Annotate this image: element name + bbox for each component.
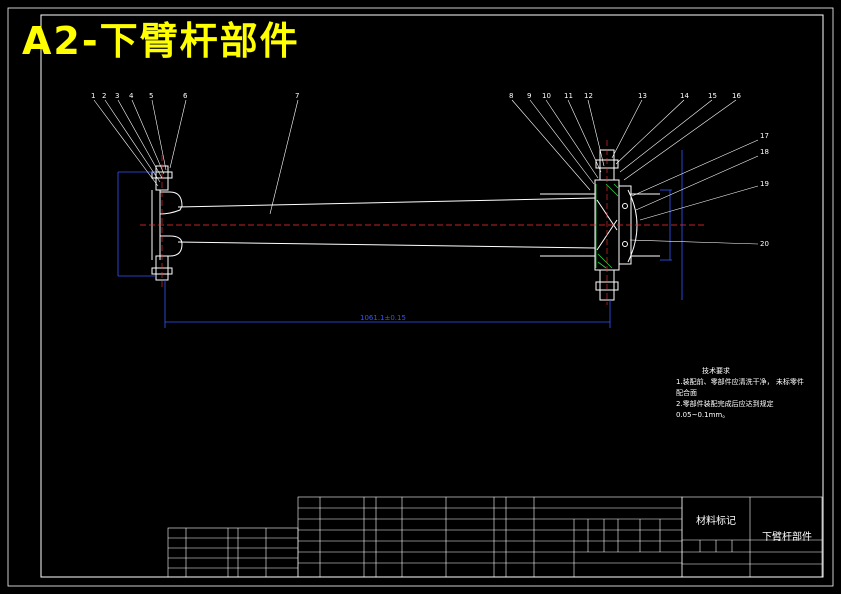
balloon-9: 9 [527, 92, 531, 100]
balloon-1: 1 [91, 92, 95, 100]
left-end-bottom-lobe [160, 235, 183, 257]
balloon-4: 4 [129, 92, 134, 100]
tech-note-line-3: 2.零部件装配完成后应达到规定 [676, 400, 774, 408]
balloon-14: 14 [680, 92, 689, 100]
balloon-2: 2 [102, 92, 106, 100]
balloon-17: 17 [760, 132, 769, 140]
balloon-8: 8 [509, 92, 513, 100]
part-name-label: 下臂杆部件 [762, 530, 812, 543]
balloon-10: 10 [542, 92, 551, 100]
balloon-19: 19 [760, 180, 769, 188]
tube-top-edge [177, 197, 596, 208]
tech-note-line-4: 0.05~0.1mm。 [676, 411, 730, 419]
pin-top [622, 203, 628, 209]
left-end-top-lobe [159, 191, 183, 215]
leader-lines [93, 99, 759, 245]
balloon-18: 18 [760, 148, 769, 156]
balloon-7: 7 [295, 92, 299, 100]
balloon-3: 3 [115, 92, 119, 100]
tube-bottom-edge [177, 241, 596, 249]
parts-list-table [167, 496, 823, 578]
tech-note-line-1: 1.装配前、零部件应清洗干净， 未标零件 [676, 378, 804, 386]
balloon-13: 13 [638, 92, 647, 100]
balloon-12: 12 [584, 92, 593, 100]
balloon-6: 6 [183, 92, 188, 100]
right-end-dome [627, 189, 638, 263]
balloon-16: 16 [732, 92, 741, 100]
balloon-20: 20 [760, 240, 769, 248]
drawing-title: A2-下臂杆部件 [22, 19, 300, 63]
overall-length-label: 1061.1±0.15 [360, 314, 406, 322]
material-label: 材料标记 [696, 514, 736, 527]
pin-bottom [622, 241, 628, 247]
balloon-5: 5 [149, 92, 153, 100]
tech-note-line-2: 配合面 [676, 389, 697, 397]
balloon-15: 15 [708, 92, 717, 100]
inner-frame [40, 14, 824, 578]
balloon-11: 11 [564, 92, 573, 100]
technical-requirements: 技术要求 1.装配前、零部件应清洗干净， 未标零件 配合面 2.零部件装配完成后… [676, 366, 826, 421]
assembly-drawing: 1061.1±0.15 1 2 3 4 5 6 7 8 9 10 11 12 1… [7, 7, 834, 587]
tech-notes-heading: 技术要求 [702, 367, 730, 375]
